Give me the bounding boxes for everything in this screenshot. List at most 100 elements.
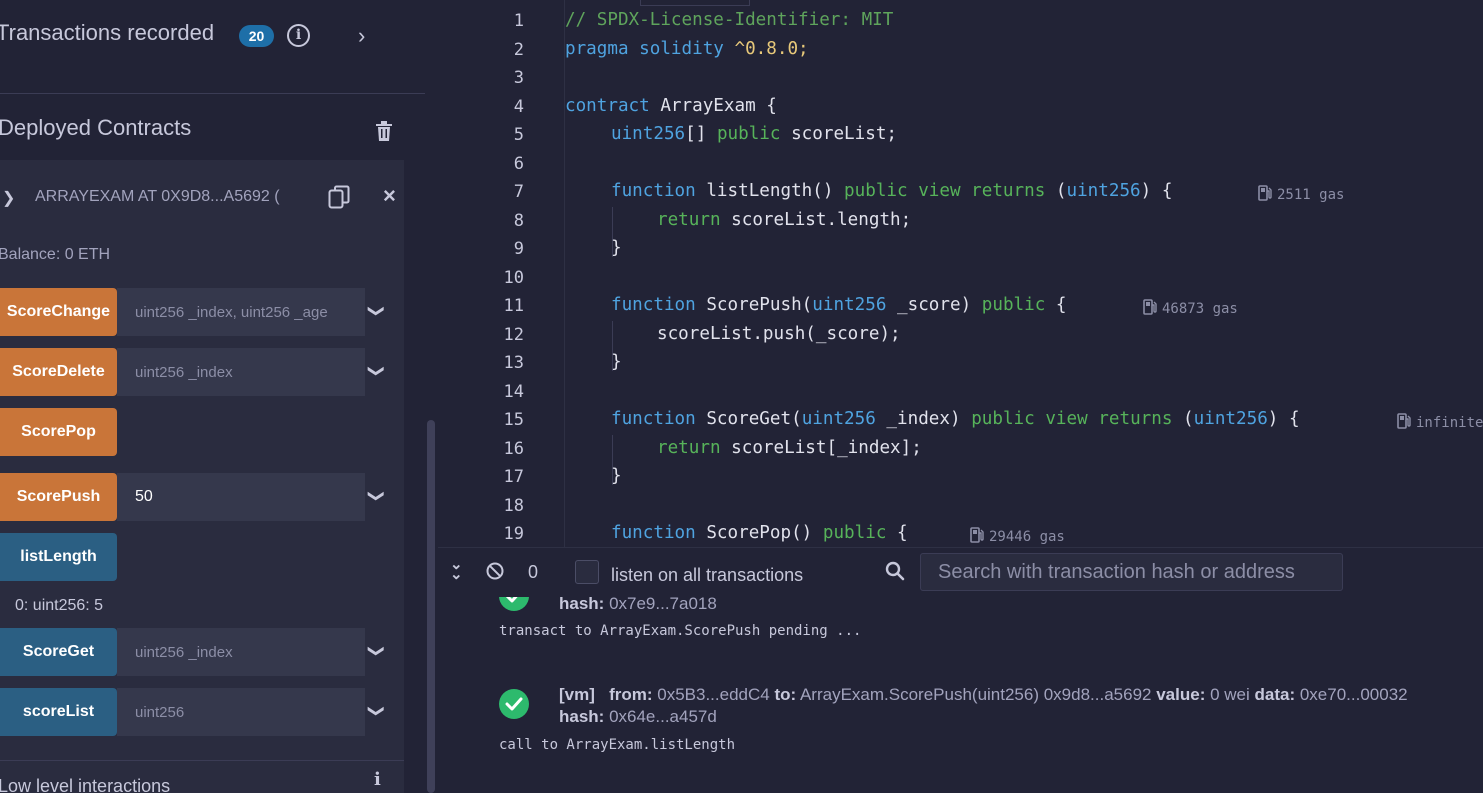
scoredelete-args-input[interactable] (117, 348, 365, 396)
scorelist-button[interactable]: scoreList (0, 688, 117, 736)
code-text: } (611, 466, 622, 486)
listen-checkbox[interactable] (575, 560, 599, 584)
line-number: 9 (513, 239, 524, 259)
instance-name[interactable]: ARRAYEXAM AT 0X9D8...A5692 ( (35, 188, 280, 206)
to-value: ArrayExam.ScorePush(uint256) 0x9d8...a56… (796, 685, 1157, 704)
code-text: scoreList.length; (720, 210, 912, 230)
chevron-down-icon[interactable]: ❯ (367, 364, 387, 377)
info-icon[interactable]: i (287, 24, 310, 47)
listlength-button[interactable]: listLength (0, 533, 117, 581)
transaction-details-line[interactable]: [vm] from: 0x5B3...eddC4 to: ArrayExam.S… (559, 685, 1408, 705)
scoreget-args-input[interactable] (117, 628, 365, 676)
value-label: value: (1156, 685, 1206, 704)
line-number: 3 (513, 68, 524, 88)
line-number: 4 (513, 97, 524, 117)
line-number: 5 (513, 125, 524, 145)
scorechange-args-input[interactable] (117, 288, 365, 336)
chevron-down-icon[interactable]: ❯ (2, 188, 15, 208)
chevron-right-icon[interactable]: › (358, 23, 365, 49)
gas-value: infinite (1416, 415, 1483, 431)
gas-value: 29446 gas (989, 529, 1065, 545)
function-row-scorepop: ScorePop (0, 408, 404, 456)
code-text: [] (685, 124, 717, 144)
code-text: ( (1045, 181, 1067, 201)
scorepop-button[interactable]: ScorePop (0, 408, 117, 456)
function-row-listlength: listLength (0, 533, 404, 581)
code-line: function ScorePop() public { (611, 523, 908, 543)
code-text: _score) (886, 295, 982, 315)
code-line: scoreList.push(_score); (657, 324, 901, 344)
code-keyword: return (657, 438, 721, 458)
chevron-down-icon[interactable]: ❯ (367, 644, 387, 657)
gas-estimate: infinite (1397, 413, 1483, 431)
terminal-toolbar: ⌄ ⌄ 0 listen on all transactions (438, 547, 1483, 597)
code-comment: // SPDX-License-Identifier: MIT (565, 10, 894, 30)
code-text: } (611, 238, 622, 258)
line-number: 11 (503, 296, 524, 316)
deployed-contracts-title: Deployed Contracts (0, 115, 192, 140)
scoredelete-button[interactable]: ScoreDelete (0, 348, 117, 396)
code-type: uint256 (1193, 409, 1268, 429)
line-number: 12 (503, 325, 524, 345)
scrollbar-thumb[interactable] (427, 420, 435, 793)
gas-pump-icon (970, 527, 984, 543)
line-number: 13 (503, 353, 524, 373)
trash-icon[interactable] (375, 121, 393, 141)
scorechange-button[interactable]: ScoreChange (0, 288, 117, 336)
search-icon[interactable] (885, 561, 905, 581)
gas-pump-icon (1258, 185, 1272, 201)
code-version: ^0.8.0; (723, 39, 809, 59)
transactions-recorded-label: Transactions recorded (0, 20, 215, 45)
function-row-scoreget: ScoreGet ❯ (0, 628, 404, 676)
double-chevron-down-icon[interactable]: ⌄ ⌄ (450, 557, 463, 582)
code-text: ) { (1267, 409, 1300, 429)
value-value: 0 wei (1205, 685, 1255, 704)
info-icon[interactable]: i (374, 769, 381, 790)
scorepush-args-input[interactable] (117, 473, 365, 521)
code-text: scoreList[_index]; (720, 438, 922, 458)
transaction-hash-line: hash: 0x64e...a457d (559, 707, 717, 727)
transactions-count-badge: 20 (239, 25, 274, 47)
hash-label: hash: (559, 597, 605, 613)
hash-value: 0x7e9...7a018 (604, 597, 717, 613)
code-text: } (611, 352, 622, 372)
terminal-log: hash: 0x7e9...7a018 transact to ArrayExa… (438, 597, 1483, 793)
code-line: function ScorePush(uint256 _score) publi… (611, 295, 1067, 315)
code-modifier: public (981, 295, 1046, 315)
code-text: scoreList.push(_score); (657, 324, 901, 344)
gas-value: 46873 gas (1162, 301, 1238, 317)
copy-icon[interactable] (328, 185, 350, 209)
chevron-down-icon[interactable]: ❯ (367, 704, 387, 717)
function-row-scorechange: ScoreChange ❯ (0, 288, 404, 336)
code-line: pragma solidity ^0.8.0; (565, 39, 809, 59)
code-keyword: return (657, 210, 721, 230)
hash-value: 0x64e...a457d (604, 707, 717, 726)
chevron-down-icon[interactable]: ❯ (367, 489, 387, 502)
chevron-down-icon[interactable]: ❯ (367, 304, 387, 317)
scoreget-button[interactable]: ScoreGet (0, 628, 117, 676)
listlength-result: 0: uint256: 5 (15, 597, 104, 614)
divider (0, 760, 404, 761)
listen-label[interactable]: listen on all transactions (611, 565, 803, 586)
code-line: function ScoreGet(uint256 _index) public… (611, 409, 1300, 429)
code-line: return scoreList[_index]; (657, 438, 922, 458)
code-type: uint256 (812, 295, 887, 315)
code-line: } (611, 238, 622, 258)
scorepush-button[interactable]: ScorePush (0, 473, 117, 521)
line-number: 1 (513, 11, 524, 31)
scorelist-args-input[interactable] (117, 688, 365, 736)
vm-tag: [vm] (559, 685, 595, 704)
line-number: 15 (503, 410, 524, 430)
close-icon[interactable]: × (383, 183, 396, 209)
code-modifier: public view returns (971, 409, 1173, 429)
function-row-scorelist: scoreList ❯ (0, 688, 404, 736)
gas-estimate: 46873 gas (1143, 299, 1238, 317)
code-line: uint256[] public scoreList; (611, 124, 897, 144)
code-editor[interactable]: 1 2 3 4 5 6 7 8 9 10 11 12 13 14 15 16 1… (438, 0, 1483, 547)
line-number: 14 (503, 382, 524, 402)
ban-icon[interactable] (486, 562, 504, 580)
to-label: to: (774, 685, 797, 704)
transaction-search-input[interactable] (920, 553, 1343, 591)
terminal-message: call to ArrayExam.listLength (499, 737, 736, 753)
code-area[interactable]: // SPDX-License-Identifier: MIT pragma s… (564, 0, 1483, 547)
